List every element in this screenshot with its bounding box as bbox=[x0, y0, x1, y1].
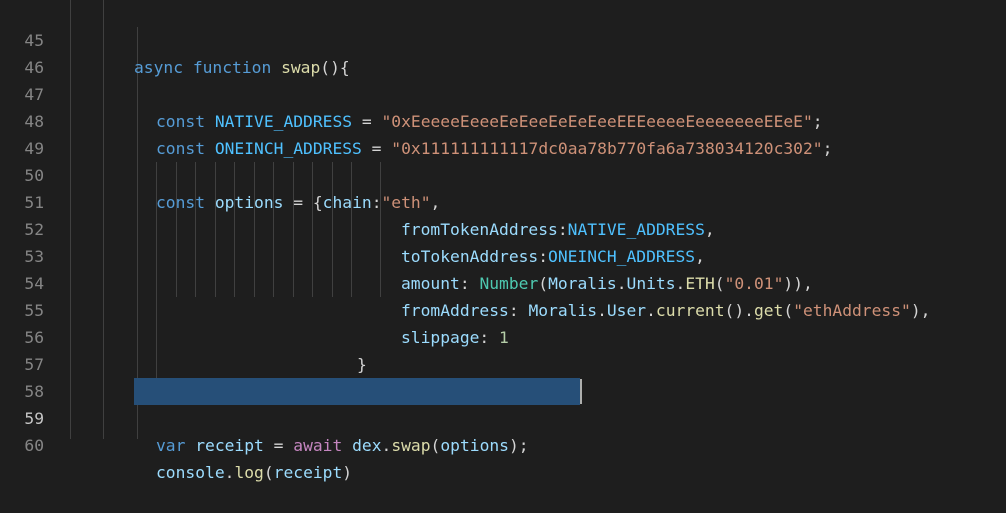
code-editor[interactable]: 45 async function swap(){ 46 47 const NA… bbox=[0, 0, 1006, 482]
code-line[interactable]: 58 bbox=[0, 351, 1006, 401]
code-line-selected[interactable]: 59 var receipt = await dex.swap(options)… bbox=[0, 378, 1006, 455]
code-text: var receipt = await dex.swap(options); bbox=[156, 436, 529, 455]
code-line[interactable]: 49 bbox=[0, 108, 1006, 158]
code-line[interactable]: 47 const NATIVE_ADDRESS = "0xEeeeeEeeeEe… bbox=[0, 54, 1006, 131]
code-line[interactable]: 51 fromTokenAddress:NATIVE_ADDRESS, bbox=[0, 162, 1006, 239]
line-number: 60 bbox=[24, 436, 44, 455]
code-line[interactable]: 60 console.log(receipt) bbox=[0, 405, 1006, 482]
code-line[interactable]: 56 } bbox=[0, 297, 1006, 374]
code-text: console.log(receipt) bbox=[156, 463, 353, 482]
code-line[interactable]: 52 toTokenAddress:ONEINCH_ADDRESS, bbox=[0, 189, 1006, 266]
code-line[interactable]: 45 async function swap(){ bbox=[0, 0, 1006, 77]
code-line[interactable]: 46 bbox=[0, 27, 1006, 77]
code-line[interactable]: 50 const options = {chain:"eth", bbox=[0, 135, 1006, 212]
code-line[interactable]: 54 fromAddress: Moralis.User.current().g… bbox=[0, 243, 1006, 320]
code-line[interactable]: 57 bbox=[0, 324, 1006, 374]
code-line[interactable]: 55 slippage: 1 bbox=[0, 270, 1006, 347]
code-line[interactable]: 48 const ONEINCH_ADDRESS = "0x1111111111… bbox=[0, 81, 1006, 158]
code-line[interactable]: 53 amount: Number(Moralis.Units.ETH("0.0… bbox=[0, 216, 1006, 293]
